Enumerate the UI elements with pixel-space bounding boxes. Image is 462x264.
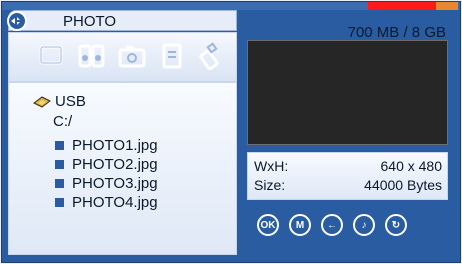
dimensions-value: 640 x 480 xyxy=(380,158,443,174)
file-item[interactable]: PHOTO4.jpg xyxy=(55,193,158,212)
storage-readout: 700 MB / 8 GB xyxy=(347,24,446,41)
storage-capacity-bar xyxy=(368,2,458,10)
usb-device-icon xyxy=(33,95,51,108)
title-bar: PHOTO xyxy=(8,10,237,31)
ok-icon: OK xyxy=(259,216,277,234)
menu-button[interactable]: M xyxy=(289,214,311,236)
file-browser: USB C:/ PHOTO1.jpg PHOTO2.jpg PHOTO3.jpg… xyxy=(8,82,237,255)
file-info-panel: WxH: 640 x 480 Size: 44000 Bytes xyxy=(247,152,448,200)
file-name: PHOTO1.jpg xyxy=(72,137,158,154)
camera-icon[interactable] xyxy=(117,39,147,73)
filesize-value: 44000 Bytes xyxy=(364,177,442,193)
volume-icon: ♪ xyxy=(355,216,373,234)
back-button[interactable]: ← xyxy=(321,214,343,236)
file-bullet-icon xyxy=(55,160,64,169)
speakers-icon[interactable] xyxy=(77,39,107,73)
storage-free-fill xyxy=(436,2,458,10)
file-name: PHOTO4.jpg xyxy=(72,194,158,211)
control-buttons: OK M ← ♪ ↻ xyxy=(257,214,407,236)
page-title: PHOTO xyxy=(63,13,117,30)
file-item[interactable]: PHOTO2.jpg xyxy=(55,155,158,174)
back-arrow-icon: ← xyxy=(323,216,341,234)
menu-icon: M xyxy=(291,216,309,234)
device-name: USB xyxy=(55,93,86,110)
photo-frame-icon[interactable] xyxy=(37,39,67,73)
dimensions-label: WxH: xyxy=(254,158,289,174)
category-bar xyxy=(8,32,237,82)
home-arrows-icon xyxy=(11,17,20,25)
filesize-row: Size: 44000 Bytes xyxy=(254,177,442,193)
storage-used-fill xyxy=(368,2,436,10)
document-icon[interactable] xyxy=(157,39,187,73)
device-row[interactable]: USB xyxy=(33,93,86,110)
file-name: PHOTO2.jpg xyxy=(72,156,158,173)
file-list: PHOTO1.jpg PHOTO2.jpg PHOTO3.jpg PHOTO4.… xyxy=(55,136,158,212)
dimensions-row: WxH: 640 x 480 xyxy=(254,158,442,174)
file-bullet-icon xyxy=(55,141,64,150)
usb-stick-icon[interactable] xyxy=(197,39,227,73)
current-path: C:/ xyxy=(53,113,73,130)
rotate-icon: ↻ xyxy=(387,216,405,234)
rotate-button[interactable]: ↻ xyxy=(385,214,407,236)
file-item[interactable]: PHOTO3.jpg xyxy=(55,174,158,193)
file-bullet-icon xyxy=(55,198,64,207)
file-item[interactable]: PHOTO1.jpg xyxy=(55,136,158,155)
photo-screen: PHOTO 700 MB / 8 GB USB C:/ PHOTO1.jpg P… xyxy=(1,1,461,263)
ok-button[interactable]: OK xyxy=(257,214,279,236)
home-icon[interactable] xyxy=(7,11,27,31)
file-bullet-icon xyxy=(55,179,64,188)
photo-preview xyxy=(247,40,448,145)
volume-button[interactable]: ♪ xyxy=(353,214,375,236)
filesize-label: Size: xyxy=(254,177,286,193)
file-name: PHOTO3.jpg xyxy=(72,175,158,192)
